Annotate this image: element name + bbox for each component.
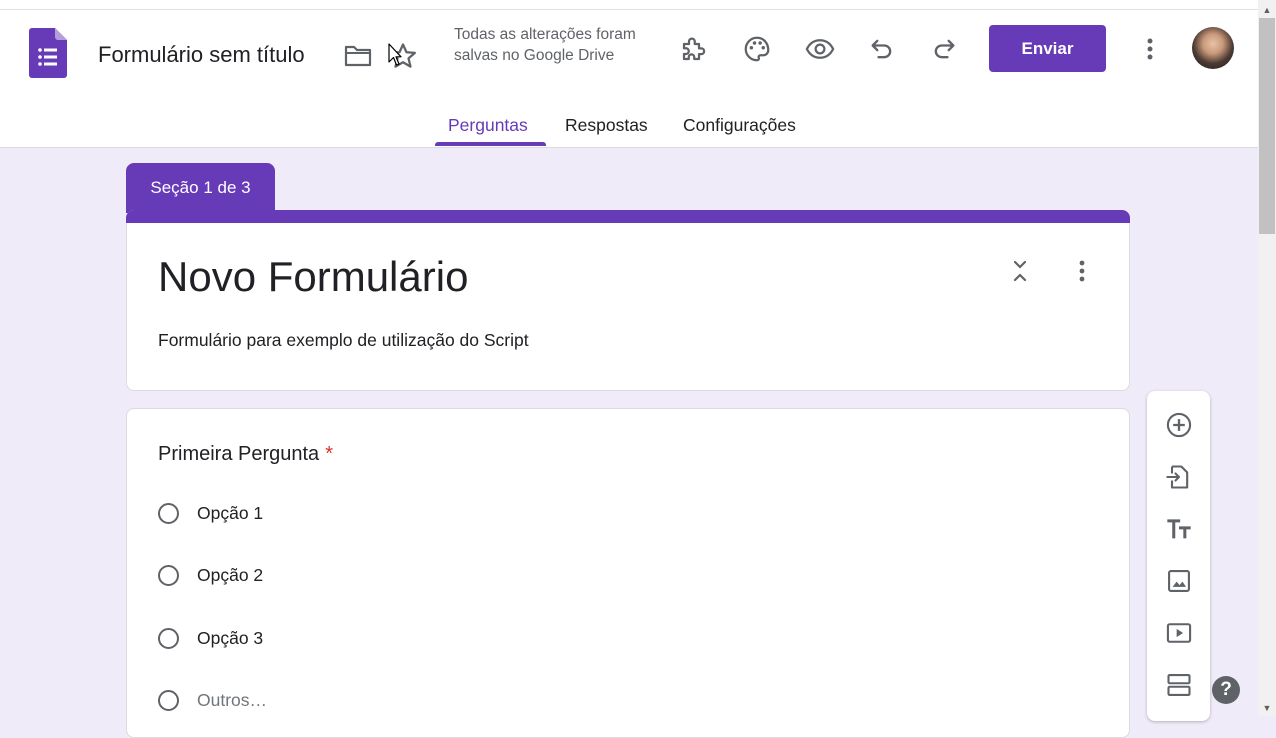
document-title[interactable]: Formulário sem título [98, 42, 305, 68]
question-title-text: Primeira Pergunta [158, 443, 320, 465]
palette-icon[interactable] [740, 32, 774, 66]
option-label: Opção 1 [197, 502, 264, 523]
form-header-accent-bar [126, 210, 1130, 223]
save-status: Todas as alterações foram salvas no Goog… [454, 26, 636, 64]
eye-icon[interactable] [802, 32, 838, 66]
active-tab-indicator [435, 142, 546, 146]
radio-button[interactable] [158, 502, 179, 524]
option-item-other[interactable]: Outros… [158, 687, 267, 713]
tab-perguntas[interactable]: Perguntas [448, 106, 528, 147]
redo-icon[interactable] [927, 32, 961, 66]
section-badge: Seção 1 de 3 [126, 163, 275, 213]
more-vert-icon[interactable] [1137, 34, 1163, 64]
google-forms-icon[interactable] [29, 28, 67, 78]
help-button[interactable]: ? [1212, 676, 1240, 704]
undo-icon[interactable] [865, 32, 899, 66]
add-question-icon[interactable] [1162, 409, 1196, 441]
option-item[interactable]: Opção 2 [158, 562, 263, 588]
import-questions-icon[interactable] [1162, 461, 1196, 493]
add-video-icon[interactable] [1162, 617, 1196, 649]
tab-bar: Perguntas Respostas Configurações [0, 106, 1258, 147]
mouse-cursor-icon [388, 43, 402, 67]
option-label: Opção 3 [197, 627, 264, 648]
add-image-icon[interactable] [1162, 565, 1196, 597]
form-description[interactable]: Formulário para exemplo de utilização do… [158, 330, 529, 351]
scroll-up-icon[interactable]: ▲ [1258, 2, 1276, 18]
section-more-vert-icon[interactable] [1069, 256, 1095, 286]
folder-icon[interactable] [343, 41, 373, 71]
scroll-down-icon[interactable]: ▼ [1258, 700, 1276, 716]
form-title[interactable]: Novo Formulário [158, 253, 468, 301]
collapse-section-icon[interactable] [1007, 256, 1033, 286]
option-item[interactable]: Opção 3 [158, 625, 263, 651]
option-item[interactable]: Opção 1 [158, 500, 263, 526]
radio-button[interactable] [158, 689, 179, 711]
avatar[interactable] [1192, 27, 1234, 69]
tab-respostas[interactable]: Respostas [565, 106, 648, 147]
option-label: Outros… [197, 689, 268, 710]
puzzle-icon[interactable] [677, 32, 711, 66]
tab-configuracoes[interactable]: Configurações [683, 106, 796, 147]
scrollbar-thumb[interactable] [1259, 18, 1275, 234]
send-button[interactable]: Enviar [989, 25, 1106, 72]
add-section-icon[interactable] [1162, 669, 1196, 701]
radio-button[interactable] [158, 627, 179, 649]
required-asterisk: * [325, 443, 333, 465]
browser-top-edge [0, 0, 1258, 10]
add-title-icon[interactable] [1162, 513, 1196, 545]
option-label: Opção 2 [197, 564, 264, 585]
radio-button[interactable] [158, 564, 179, 586]
question-title[interactable]: Primeira Pergunta * [158, 443, 333, 466]
